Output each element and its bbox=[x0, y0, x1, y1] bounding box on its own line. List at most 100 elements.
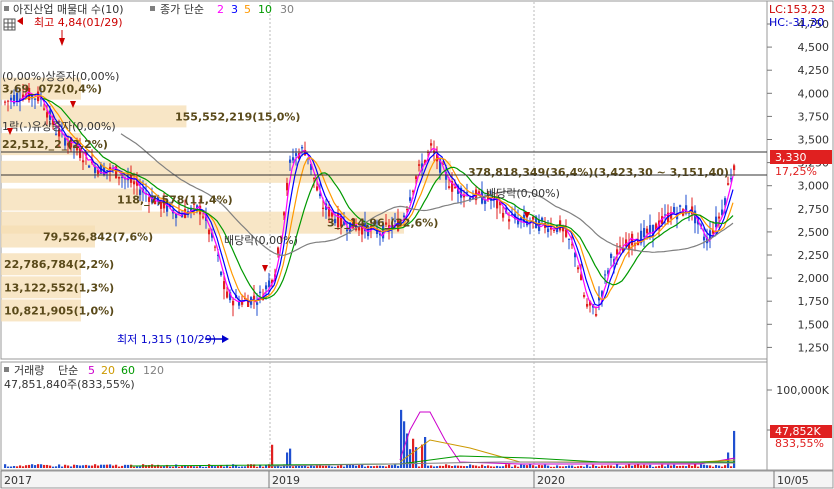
candle-body bbox=[208, 229, 211, 235]
volume-bar bbox=[508, 464, 511, 468]
candle-body bbox=[604, 274, 607, 276]
date-tick-label: 2019 bbox=[272, 474, 300, 487]
volume-profile-label: 378,818,349(36,4%)(3,423,30 ~ 3,151,40) bbox=[468, 166, 729, 179]
ma-period-3[interactable]: 3 bbox=[231, 3, 238, 16]
volume-bar bbox=[4, 464, 7, 468]
ma-period-10[interactable]: 10 bbox=[258, 3, 272, 16]
legend-marker bbox=[4, 6, 9, 11]
ma-period-5[interactable]: 5 bbox=[244, 3, 251, 16]
candle-body bbox=[13, 95, 16, 104]
volume-bar bbox=[682, 465, 685, 468]
price-tick-label: 4,250 bbox=[798, 64, 830, 77]
volume-bar bbox=[46, 464, 49, 468]
volume-bar bbox=[526, 465, 529, 468]
volume-bar bbox=[52, 466, 55, 468]
candle-body bbox=[586, 303, 589, 307]
price-tick-label: 4,000 bbox=[798, 87, 830, 100]
volume-bar bbox=[667, 464, 670, 468]
candle-body bbox=[646, 228, 649, 234]
volume-bar bbox=[193, 466, 196, 468]
price-tick-label: 1,500 bbox=[798, 318, 830, 331]
volume-bar bbox=[274, 466, 277, 468]
volume-bar bbox=[100, 464, 103, 468]
volume-bar bbox=[367, 465, 370, 468]
candle-body bbox=[46, 112, 49, 118]
ma-period-2[interactable]: 2 bbox=[217, 3, 224, 16]
volume-ma-20[interactable]: 20 bbox=[101, 364, 115, 377]
volume-bar bbox=[361, 464, 364, 468]
event-top-annotation: (0,00%)상증자(0,00%) bbox=[2, 70, 119, 83]
ma-period-30[interactable]: 30 bbox=[280, 3, 294, 16]
candle-body bbox=[253, 295, 256, 300]
volume-profile-label: 3,69_ 072(0,4%) bbox=[2, 83, 102, 96]
volume-bar bbox=[373, 466, 376, 468]
volume-bar bbox=[421, 444, 424, 468]
volume-bar bbox=[559, 466, 562, 468]
volume-bar bbox=[472, 465, 475, 468]
volume-bar bbox=[658, 465, 661, 468]
volume-bar bbox=[427, 465, 430, 468]
volume-bar bbox=[229, 466, 232, 468]
candle-body bbox=[10, 97, 13, 101]
volume-bar bbox=[181, 466, 184, 468]
price-tick-label: 3,750 bbox=[798, 110, 830, 123]
volume-bar bbox=[133, 466, 136, 468]
volume-bar bbox=[94, 464, 97, 468]
candle-body bbox=[583, 295, 586, 297]
volume-bar bbox=[568, 465, 571, 468]
candle-body bbox=[409, 197, 412, 201]
candle-body bbox=[133, 181, 136, 185]
volume-bar bbox=[355, 465, 358, 468]
volume-profile-label: 22,786,784(2,2%) bbox=[4, 258, 114, 271]
volume-bar bbox=[280, 466, 283, 468]
candle-body bbox=[259, 291, 262, 294]
volume-bar bbox=[169, 466, 172, 468]
grid-toggle-icon[interactable] bbox=[3, 18, 16, 31]
volume-bar bbox=[178, 466, 181, 468]
candle-body bbox=[715, 216, 718, 228]
volume-bar bbox=[676, 466, 679, 468]
volume-bar bbox=[694, 464, 697, 468]
volume-bar bbox=[376, 465, 379, 468]
volume-bar bbox=[601, 465, 604, 468]
dividend-annotation-2: 배당락(0,00%) bbox=[486, 187, 560, 200]
volume-bar bbox=[649, 464, 652, 468]
volume-bar bbox=[586, 464, 589, 468]
candle-body bbox=[226, 291, 229, 298]
volume-bar bbox=[208, 464, 211, 468]
stock-chart[interactable]: 3,69_ 072(0,4%) 155,552,219(15,0%) 22,512,… bbox=[0, 0, 834, 489]
price-tick-label: 1,750 bbox=[798, 295, 830, 308]
volume-bar bbox=[580, 465, 583, 468]
candle-body bbox=[553, 229, 556, 231]
candle-body bbox=[322, 207, 325, 209]
volume-bar bbox=[124, 464, 127, 468]
candle-body bbox=[454, 187, 457, 189]
candle-body bbox=[55, 133, 58, 135]
volume-bar bbox=[19, 465, 22, 468]
volume-bar bbox=[463, 466, 466, 468]
volume-ma-60[interactable]: 60 bbox=[121, 364, 135, 377]
volume-bar bbox=[532, 465, 535, 468]
volume-bar bbox=[391, 465, 394, 468]
volume-bar bbox=[163, 466, 166, 468]
volume-profile-label: 79,526,842(7,6%) bbox=[43, 231, 153, 244]
volume-bar bbox=[715, 465, 718, 468]
volume-bar bbox=[592, 464, 595, 468]
volume-bar bbox=[307, 466, 310, 468]
volume-ma-5[interactable]: 5 bbox=[88, 364, 95, 377]
volume-bar bbox=[58, 464, 61, 468]
volume-bar bbox=[73, 464, 76, 468]
volume-bar bbox=[88, 465, 91, 468]
volume-bar bbox=[529, 464, 532, 468]
volume-bar bbox=[718, 465, 721, 468]
volume-bar bbox=[547, 465, 550, 468]
volume-bar bbox=[370, 466, 373, 468]
candle-body bbox=[106, 170, 109, 172]
volume-bar bbox=[502, 466, 505, 468]
volume-bar bbox=[106, 464, 109, 468]
volume-profile-label: 3_,_14,96_(32,6%) bbox=[327, 217, 438, 230]
volume-bar bbox=[49, 465, 52, 468]
volume-ma-120[interactable]: 120 bbox=[143, 364, 164, 377]
volume-bar bbox=[121, 465, 124, 468]
volume-bar bbox=[646, 465, 649, 468]
